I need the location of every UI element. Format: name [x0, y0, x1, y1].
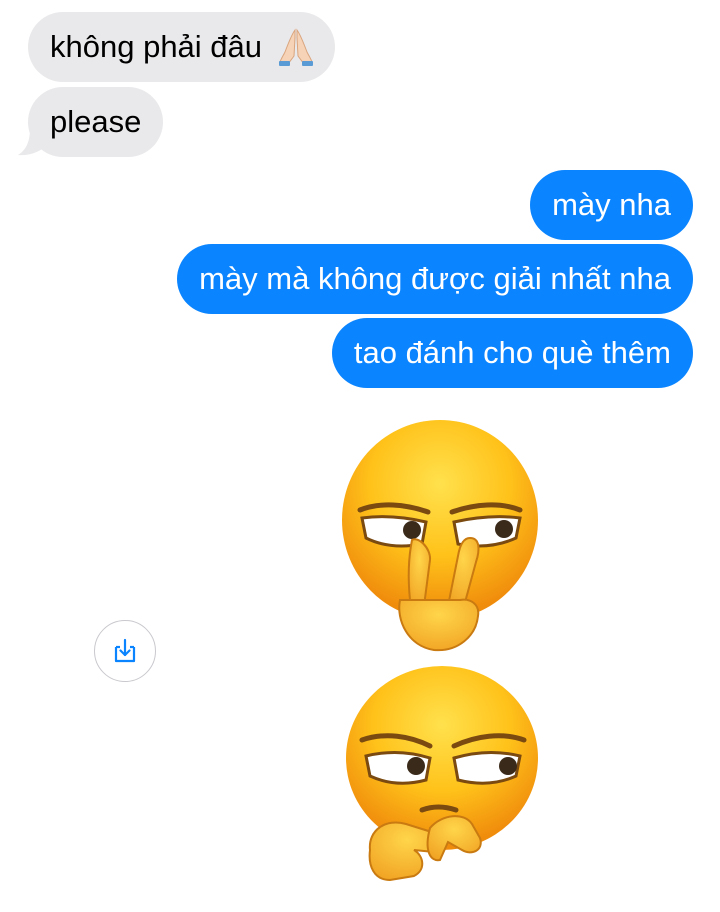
- message-text: mày mà không được giải nhất nha: [199, 261, 671, 296]
- message-text: mày nha: [552, 187, 671, 222]
- message-text: tao đánh cho què thêm: [353, 335, 671, 370]
- message-text: không phải đâu: [50, 29, 263, 64]
- smug-face-pointing: [346, 666, 538, 882]
- incoming-bubble-tail: [18, 128, 48, 156]
- outgoing-message-bubble[interactable]: mày nha: [530, 170, 693, 240]
- save-image-button[interactable]: [94, 620, 156, 682]
- chat-screen: không phải đâu please mày nha mày mà khô…: [0, 0, 720, 912]
- outgoing-message-bubble[interactable]: tao đánh cho què thêm: [331, 318, 693, 388]
- outgoing-message-bubble[interactable]: mày mà không được giải nhất nha: [177, 244, 693, 314]
- message-text: please: [50, 104, 142, 139]
- emoji-sticker-image[interactable]: [330, 410, 560, 910]
- folded-hands-icon: [278, 28, 313, 66]
- download-icon: [114, 638, 136, 663]
- incoming-message-bubble[interactable]: không phải đâu: [28, 12, 335, 82]
- smug-face-peace-sign: [342, 420, 538, 652]
